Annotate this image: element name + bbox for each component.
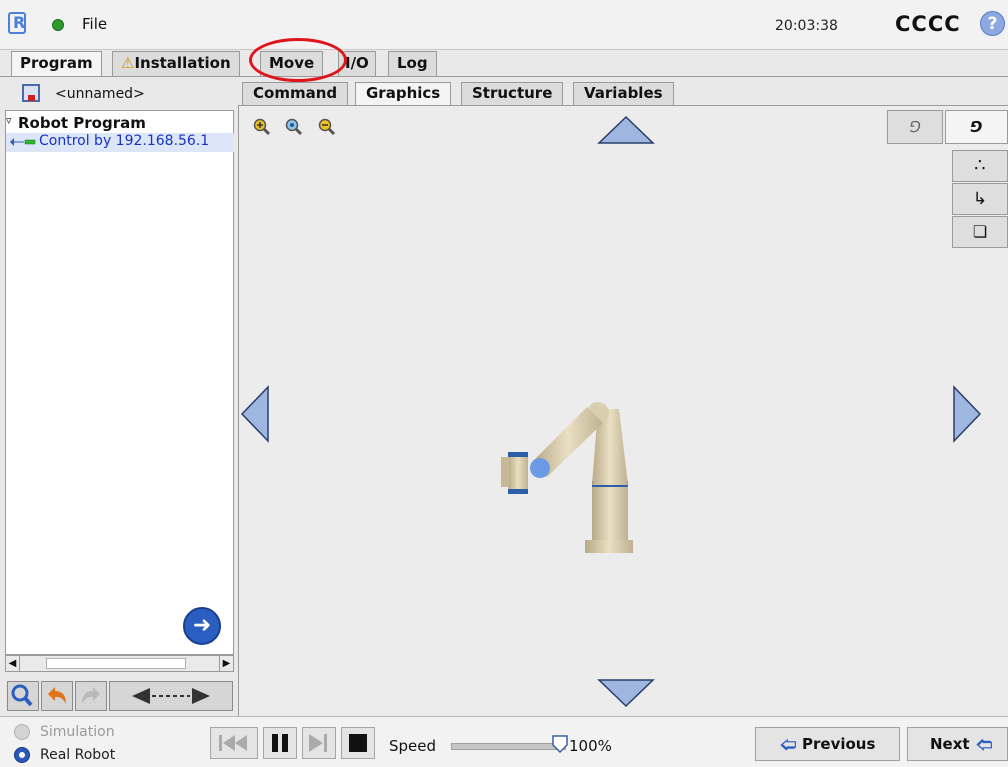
simulation-label[interactable]: Simulation [40, 724, 115, 740]
tree-horizontal-scrollbar[interactable]: ◀ ▶ [5, 655, 234, 672]
tab-label: Program [20, 54, 93, 72]
tab-variables[interactable]: Variables [573, 82, 674, 106]
speed-slider-fill [452, 744, 564, 749]
pause-button[interactable] [263, 727, 297, 759]
tab-label: Variables [584, 84, 663, 102]
show-waypoints-button[interactable]: ∴ [952, 150, 1008, 182]
simulation-radio[interactable] [14, 724, 30, 740]
cube-icon: ❏ [972, 222, 988, 241]
save-icon[interactable] [22, 84, 40, 102]
real-robot-label[interactable]: Real Robot [40, 747, 115, 763]
top-bar [0, 0, 1008, 50]
tab-structure[interactable]: Structure [461, 82, 564, 106]
tab-label: Structure [472, 84, 553, 102]
speed-label: Speed [389, 737, 437, 755]
node-connector-icon [10, 138, 36, 146]
rewind-button[interactable] [210, 727, 258, 759]
speed-value: 100% [569, 737, 612, 755]
step-button[interactable] [302, 727, 336, 759]
skip-back-icon [219, 735, 247, 751]
tab-log[interactable]: Log [388, 51, 437, 76]
go-to-arrow-icon[interactable]: ➜ [183, 607, 221, 645]
show-boundaries-button[interactable]: ❏ [952, 216, 1008, 248]
robot-name: CCCC [895, 12, 961, 36]
clock: 20:03:38 [775, 18, 838, 34]
tab-label: Log [397, 54, 428, 72]
zoom-out-icon[interactable] [318, 118, 336, 136]
pause-icon [272, 734, 288, 752]
search-icon [11, 684, 33, 707]
robot-view-icon: ⅁ [909, 118, 921, 136]
move-arrows-icon [132, 688, 210, 704]
robot-arm-model [501, 402, 633, 553]
collapse-icon[interactable]: ▿ [6, 114, 12, 127]
next-label: Next [930, 735, 970, 753]
arrow-left-icon: 🢠 [780, 735, 797, 754]
speed-slider-thumb[interactable] [552, 735, 568, 753]
undo-button[interactable] [41, 681, 73, 711]
pan-right-icon[interactable] [952, 385, 982, 443]
scroll-thumb[interactable] [46, 658, 186, 669]
robot-view-icon: ⅁ [970, 118, 983, 136]
program-filename: <unnamed> [55, 86, 145, 102]
redo-icon [82, 687, 100, 704]
move-node-button[interactable] [109, 681, 233, 711]
tab-label: Graphics [366, 84, 441, 102]
view-tool-button[interactable]: ⅁ [887, 110, 943, 144]
tab-label: Installation [134, 54, 231, 72]
ur-logo-icon: R [8, 12, 26, 34]
warning-icon: ⚠ [121, 54, 135, 72]
scroll-left-icon[interactable]: ◀ [6, 656, 20, 671]
tab-program[interactable]: Program [11, 51, 102, 77]
previous-label: Previous [802, 735, 876, 753]
path-icon: ↳ [972, 189, 988, 209]
arrow-right-icon: 🢢 [976, 735, 993, 754]
redo-button[interactable] [75, 681, 107, 711]
scroll-right-icon[interactable]: ▶ [219, 656, 233, 671]
tab-divider [0, 76, 1008, 77]
view-robot-button[interactable]: ⅁ [945, 110, 1008, 144]
next-button[interactable]: Next 🢢 [907, 727, 1008, 761]
tree-node-label[interactable]: Control by 192.168.56.1 [39, 133, 209, 149]
step-forward-icon [309, 734, 327, 752]
program-tree[interactable]: ▿ Robot Program Control by 192.168.56.1 … [5, 110, 234, 655]
pan-left-icon[interactable] [240, 385, 270, 443]
show-path-button[interactable]: ↳ [952, 183, 1008, 215]
stop-icon [349, 734, 367, 752]
stop-button[interactable] [341, 727, 375, 759]
search-button[interactable] [7, 681, 39, 711]
tree-root-label[interactable]: Robot Program [18, 114, 146, 132]
tab-graphics[interactable]: Graphics [355, 82, 452, 107]
previous-button[interactable]: 🢠 Previous [755, 727, 900, 761]
tab-installation[interactable]: ⚠Installation [112, 51, 240, 76]
real-robot-radio[interactable] [14, 747, 30, 763]
tab-label: I/O [345, 54, 369, 72]
file-menu[interactable]: File [82, 15, 107, 33]
zoom-in-icon[interactable] [253, 118, 271, 136]
undo-icon [48, 687, 66, 704]
highlight-annotation [249, 38, 347, 82]
pan-down-icon[interactable] [597, 678, 655, 708]
help-icon[interactable]: ? [980, 11, 1005, 36]
pan-up-icon[interactable] [597, 115, 655, 145]
robot-status-icon[interactable] [52, 19, 64, 31]
waypoints-icon: ∴ [974, 155, 986, 176]
tab-label: Command [253, 84, 338, 102]
zoom-reset-icon[interactable] [285, 118, 303, 136]
tab-command[interactable]: Command [242, 82, 349, 106]
